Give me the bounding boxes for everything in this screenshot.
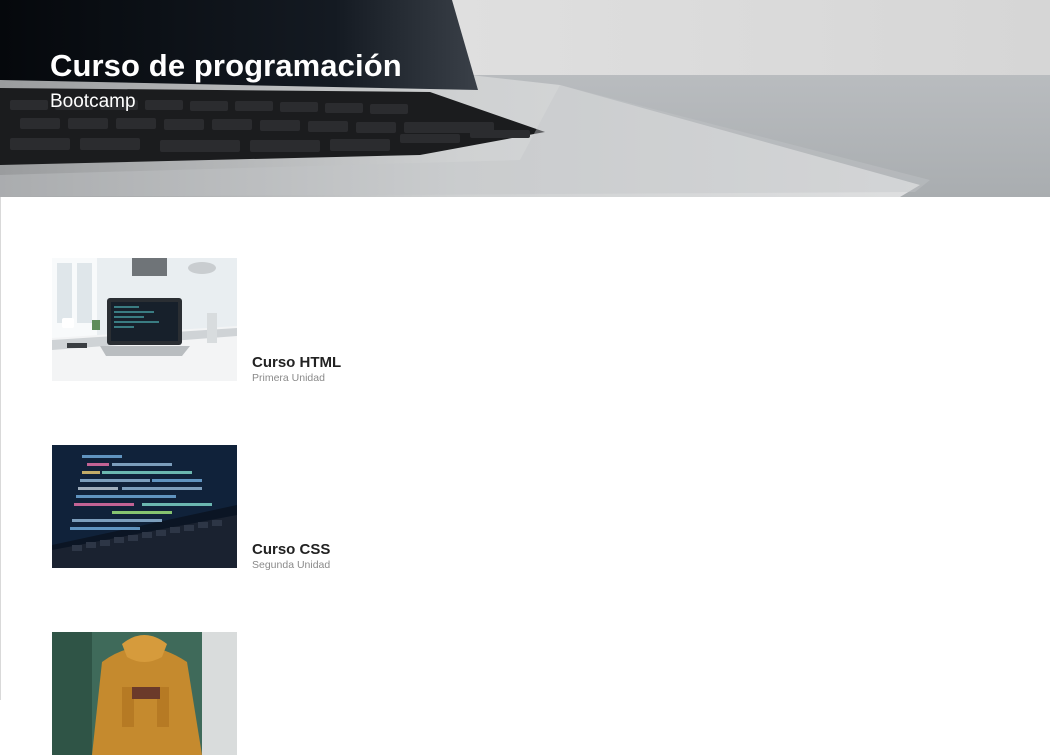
page-subtitle: Bootcamp	[50, 91, 136, 112]
course-thumbnail-person-typing[interactable]	[52, 632, 237, 755]
course-item-css[interactable]: Curso CSS Segunda Unidad	[52, 445, 652, 572]
hero-text: Curso de programación Bootcamp	[50, 46, 402, 114]
course-title[interactable]: Curso HTML	[252, 354, 341, 372]
page-title: Curso de programación	[50, 48, 402, 83]
course-info: Curso CSS Segunda Unidad	[252, 541, 330, 572]
hero-banner: Curso de programación Bootcamp	[0, 0, 1050, 197]
course-thumbnail-laptop-desk[interactable]	[52, 258, 237, 381]
course-subtitle: Primera Unidad	[252, 372, 325, 384]
course-title[interactable]: Curso CSS	[252, 541, 330, 559]
course-thumbnail-code-screen[interactable]	[52, 445, 237, 568]
course-info: Curso HTML Primera Unidad	[252, 354, 341, 385]
course-item-html[interactable]: Curso HTML Primera Unidad	[52, 258, 652, 385]
course-subtitle: Segunda Unidad	[252, 559, 331, 571]
course-item-third[interactable]	[52, 632, 652, 756]
